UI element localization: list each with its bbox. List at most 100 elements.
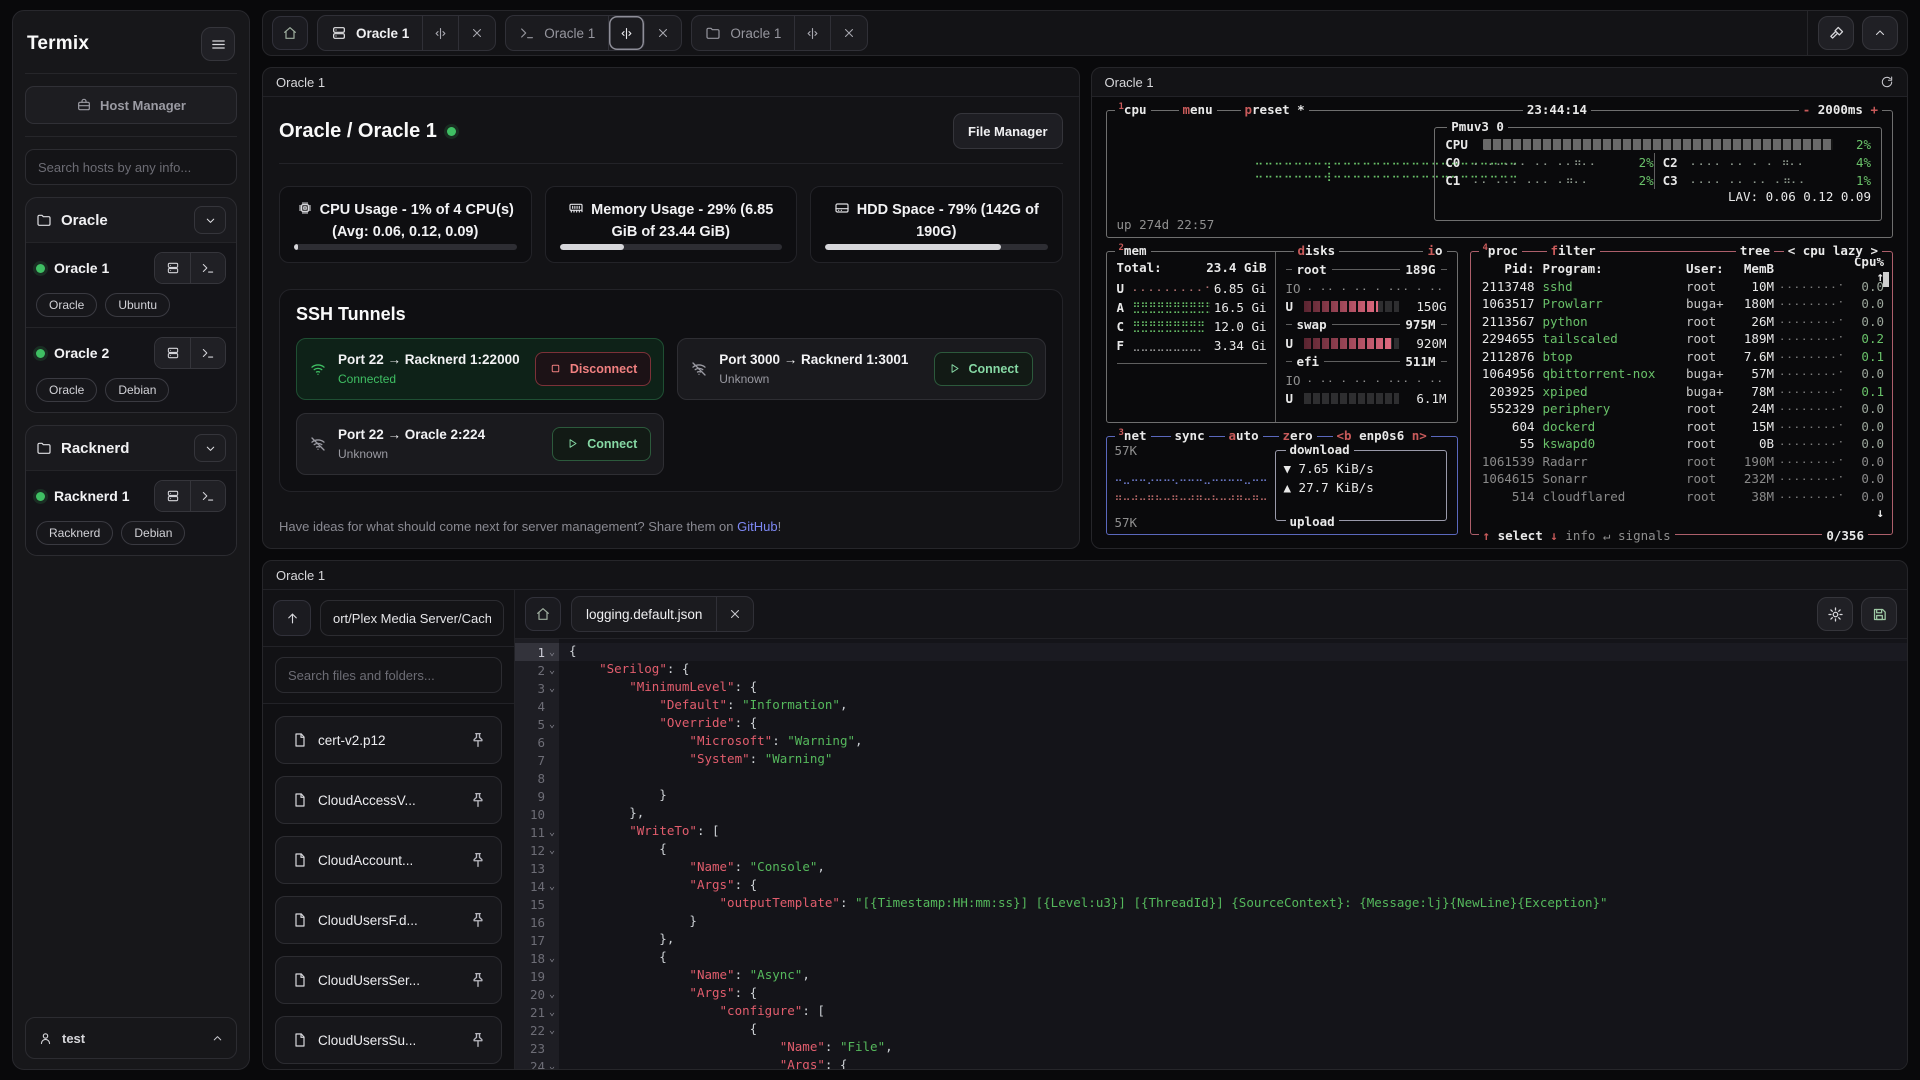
host-item[interactable]: Oracle 2OracleDebian	[26, 327, 236, 412]
fold-icon[interactable]: ⌄	[545, 989, 559, 1000]
menu-label[interactable]: menu	[1179, 102, 1217, 117]
code-line[interactable]: {	[559, 841, 1907, 859]
tools-button[interactable]	[1818, 16, 1854, 50]
fold-icon[interactable]: ⌄	[545, 683, 559, 694]
code-line[interactable]: "outputTemplate": "[{Timestamp:HH:mm:ss}…	[559, 895, 1907, 913]
home-button[interactable]	[272, 16, 308, 50]
filter-label[interactable]: filter	[1547, 243, 1600, 258]
host-search-input[interactable]	[25, 149, 237, 185]
close-tab-button[interactable]	[645, 16, 681, 50]
editor-home-button[interactable]	[525, 597, 561, 631]
process-row[interactable]: 1061539Radarrroot190M⠄⠄⠄⠄⠄⠄⠄⠄⠂0.0	[1481, 453, 1885, 471]
close-tab-button[interactable]	[459, 16, 495, 50]
file-item[interactable]: CloudAccount...	[275, 836, 502, 884]
pin-icon[interactable]	[469, 731, 487, 749]
zero-label[interactable]: zero	[1279, 428, 1317, 443]
code-line[interactable]: "Name": "File",	[559, 1039, 1907, 1057]
code-line[interactable]: {	[559, 1021, 1907, 1039]
code-line[interactable]: "Override": {	[559, 715, 1907, 733]
code-line[interactable]: "Name": "Console",	[559, 859, 1907, 877]
pin-icon[interactable]	[469, 911, 487, 929]
open-server-view-button[interactable]	[155, 481, 190, 511]
process-row[interactable]: 55kswapd0root0B⠄⠄⠄⠄⠄⠄⠄⠄⠂0.0	[1481, 435, 1885, 453]
code-line[interactable]: "Name": "Async",	[559, 967, 1907, 985]
tab-2[interactable]: Oracle 1	[505, 15, 682, 51]
fold-icon[interactable]: ⌄	[545, 1025, 559, 1036]
open-terminal-button[interactable]	[190, 253, 225, 283]
code-line[interactable]: {	[559, 949, 1907, 967]
open-terminal-button[interactable]	[190, 481, 225, 511]
code-line[interactable]: "Args": {	[559, 1057, 1907, 1069]
fold-icon[interactable]: ⌄	[545, 647, 559, 658]
split-tab-button[interactable]	[795, 16, 831, 50]
host-item[interactable]: Racknerd 1RacknerdDebian	[26, 470, 236, 555]
up-directory-button[interactable]	[273, 600, 311, 636]
fold-icon[interactable]: ⌄	[545, 665, 559, 676]
terminal-view[interactable]: 1cpu menu preset * 23:44:14 - 2000ms + ⠒…	[1092, 97, 1908, 548]
code-line[interactable]: "Default": "Information",	[559, 697, 1907, 715]
file-item[interactable]: CloudUsersSer...	[275, 956, 502, 1004]
process-row[interactable]: 2294655tailscaledroot189M⠄⠄⠄⠄⠄⠄⠄⠄⠂0.2	[1481, 330, 1885, 348]
refresh-icon[interactable]	[1880, 75, 1894, 89]
code-line[interactable]	[559, 769, 1907, 787]
path-input[interactable]	[320, 600, 504, 636]
process-row[interactable]: 552329peripheryroot24M⠄⠄⠄⠄⠄⠄⠄⠄⠂0.0	[1481, 400, 1885, 418]
code-line[interactable]: "Args": {	[559, 985, 1907, 1003]
open-terminal-button[interactable]	[190, 338, 225, 368]
fold-icon[interactable]: ⌄	[545, 1007, 559, 1018]
fold-icon[interactable]: ⌄	[545, 881, 559, 892]
tab-label-area[interactable]: Oracle 1	[692, 16, 795, 50]
open-server-view-button[interactable]	[155, 253, 190, 283]
process-row[interactable]: 514cloudflaredroot38M⠄⠄⠄⠄⠄⠄⠄⠄⠂0.0	[1481, 488, 1885, 506]
tab-3[interactable]: Oracle 1	[691, 15, 868, 51]
tree-label[interactable]: tree	[1736, 243, 1774, 258]
close-tab-button[interactable]	[831, 16, 867, 50]
tab-label-area[interactable]: Oracle 1	[318, 16, 423, 50]
pin-icon[interactable]	[469, 851, 487, 869]
code-line[interactable]: "Serilog": {	[559, 661, 1907, 679]
github-link[interactable]: GitHub	[737, 519, 777, 534]
fold-icon[interactable]: ⌄	[545, 953, 559, 964]
file-item[interactable]: CloudAccessV...	[275, 776, 502, 824]
editor-tab[interactable]: logging.default.json	[571, 596, 754, 632]
process-row[interactable]: 1064956qbittorrent-noxbuga+57M⠄⠄⠄⠄⠄⠄⠄⠄⠂0…	[1481, 365, 1885, 383]
code-line[interactable]: }	[559, 787, 1907, 805]
code-line[interactable]: "configure": [	[559, 1003, 1907, 1021]
proc-rows[interactable]: 2113748sshdroot10M⠄⠄⠄⠄⠄⠄⠄⠄⠂0.01063517Pro…	[1481, 278, 1885, 506]
user-menu[interactable]: test	[25, 1017, 237, 1059]
fold-icon[interactable]: ⌄	[545, 1061, 559, 1071]
sort-control[interactable]: < cpu lazy >	[1784, 243, 1882, 258]
auto-label[interactable]: auto	[1225, 428, 1263, 443]
process-row[interactable]: 2112876btoproot7.6M⠄⠄⠄⠄⠄⠄⠄⠄⠂0.1	[1481, 348, 1885, 366]
fold-icon[interactable]: ⌄	[545, 845, 559, 856]
code-line[interactable]: }	[559, 913, 1907, 931]
code-line[interactable]: "Microsoft": "Warning",	[559, 733, 1907, 751]
folder-collapse-button[interactable]	[194, 434, 226, 462]
process-row[interactable]: 1063517Prowlarrbuga+180M⠄⠄⠄⠄⠄⠄⠄⠄⠂0.0	[1481, 295, 1885, 313]
file-manager-button[interactable]: File Manager	[953, 113, 1062, 149]
fold-icon[interactable]: ⌄	[545, 719, 559, 730]
sync-label[interactable]: sync	[1171, 428, 1209, 443]
file-item[interactable]: CloudUsersSu...	[275, 1016, 502, 1064]
code-line[interactable]: "WriteTo": [	[559, 823, 1907, 841]
open-server-view-button[interactable]	[155, 338, 190, 368]
split-tab-button[interactable]	[423, 16, 459, 50]
editor-code[interactable]: { "Serilog": { "MinimumLevel": { "Defaul…	[559, 639, 1907, 1069]
process-row[interactable]: 2113567pythonroot26M⠄⠄⠄⠄⠄⠄⠄⠄⠂0.0	[1481, 313, 1885, 331]
code-line[interactable]: "Args": {	[559, 877, 1907, 895]
tab-label-area[interactable]: Oracle 1	[506, 16, 609, 50]
code-line[interactable]: {	[559, 643, 1907, 661]
editor-tab-label[interactable]: logging.default.json	[572, 597, 717, 631]
connect-button[interactable]: Connect	[552, 427, 651, 461]
connect-button[interactable]: Connect	[934, 352, 1033, 386]
process-row[interactable]: 1064615Sonarrroot232M⠄⠄⠄⠄⠄⠄⠄⠄⠂0.0	[1481, 470, 1885, 488]
code-line[interactable]: "System": "Warning"	[559, 751, 1907, 769]
split-tab-button[interactable]	[609, 16, 645, 50]
file-item[interactable]: CloudUsersF.d...	[275, 896, 502, 944]
folder-header[interactable]: Oracle	[26, 198, 236, 242]
process-row[interactable]: 604dockerdroot15M⠄⠄⠄⠄⠄⠄⠄⠄⠂0.0	[1481, 418, 1885, 436]
pin-icon[interactable]	[469, 971, 487, 989]
code-line[interactable]: "MinimumLevel": {	[559, 679, 1907, 697]
folder-collapse-button[interactable]	[194, 206, 226, 234]
collapse-button[interactable]	[1862, 16, 1898, 50]
